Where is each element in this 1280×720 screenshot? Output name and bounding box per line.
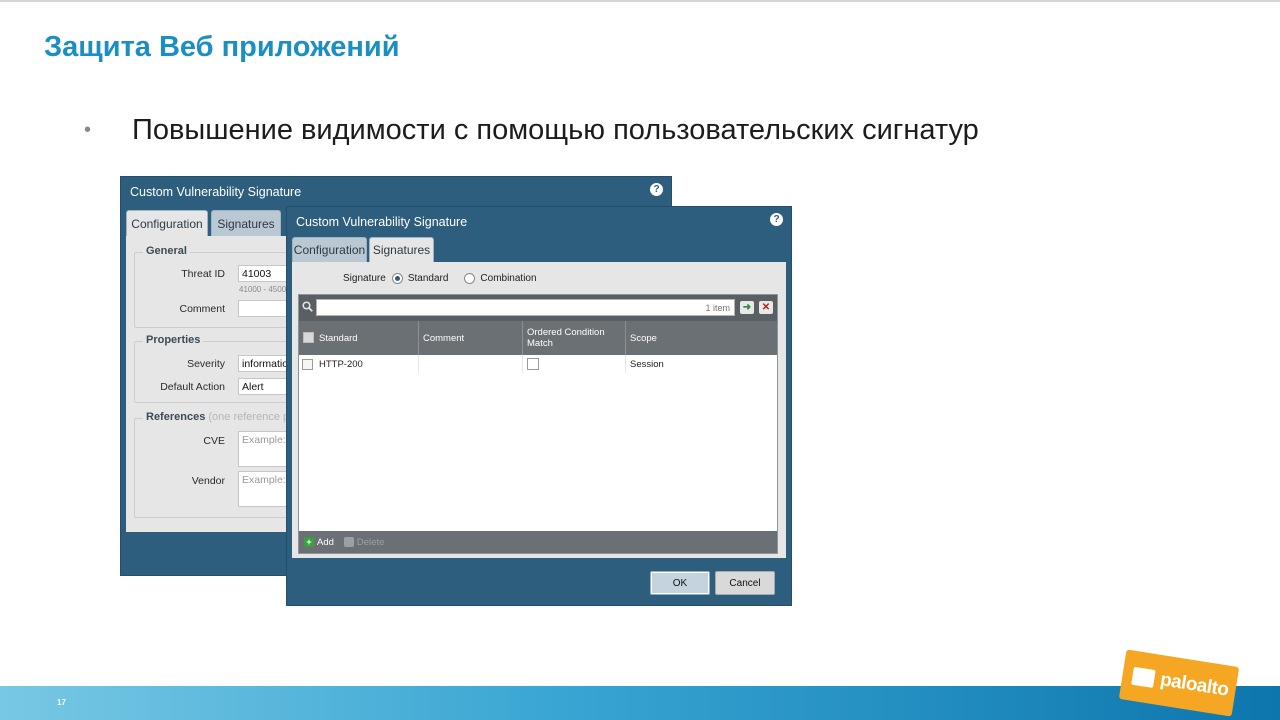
tab-configuration[interactable]: Configuration [292, 237, 367, 262]
radio-standard-label[interactable]: Standard [408, 273, 449, 284]
column-scope[interactable]: Scope [626, 321, 777, 355]
bullet-point: • Повышение видимости с помощью пользова… [84, 114, 979, 147]
grid-header: Standard Comment Ordered Condition Match… [299, 321, 777, 355]
item-count: 1 item [705, 303, 730, 313]
search-icon [302, 301, 313, 312]
cancel-button[interactable]: Cancel [715, 571, 775, 595]
tab-configuration[interactable]: Configuration [126, 210, 208, 236]
threat-id-range: 41000 - 4500 [239, 285, 287, 294]
cell-standard[interactable]: HTTP-200 [315, 355, 419, 373]
references-title: References [146, 411, 206, 423]
tab-signatures[interactable]: Signatures [369, 237, 434, 262]
help-icon[interactable]: ? [650, 183, 663, 196]
grid-footer: + Add Delete [299, 531, 777, 553]
ok-button[interactable]: OK [650, 571, 710, 595]
severity-label: Severity [187, 358, 225, 370]
cell-comment [419, 355, 523, 373]
properties-legend: Properties [143, 334, 204, 346]
vendor-label: Vendor [191, 475, 225, 487]
column-ordered-condition-match[interactable]: Ordered Condition Match [523, 321, 626, 355]
column-comment[interactable]: Comment [419, 321, 523, 355]
cell-scope: Session [630, 358, 664, 370]
page-number: 17 [57, 698, 66, 707]
radio-standard[interactable] [391, 273, 403, 284]
footer-band [0, 686, 1280, 720]
bullet-text: Повышение видимости с помощью пользовате… [132, 114, 979, 146]
slide-title: Защита Веб приложений [44, 31, 400, 63]
row-checkbox[interactable] [302, 358, 313, 370]
radio-combination-label[interactable]: Combination [480, 273, 536, 284]
threat-id-label: Threat ID [181, 268, 225, 280]
general-legend: General [143, 245, 190, 257]
logo-text: paloalto [1158, 669, 1230, 701]
table-row[interactable]: HTTP-200 Session [299, 355, 777, 373]
select-all-checkbox[interactable] [303, 332, 314, 343]
radio-combination[interactable] [464, 273, 476, 284]
top-divider [0, 0, 1280, 2]
bullet-icon: • [84, 119, 92, 141]
delete-button: Delete [356, 536, 385, 548]
comment-label: Comment [179, 303, 225, 315]
signatures-grid: 1 item ➜ ✕ Standard Comment Ordered Cond… [298, 294, 778, 554]
dialog-title: Custom Vulnerability Signature [296, 215, 468, 229]
cve-label: CVE [203, 435, 225, 447]
signature-type-selector: Signature Standard Combination [343, 273, 537, 284]
row-select-cell [299, 355, 315, 373]
apply-filter-icon[interactable]: ➜ [740, 301, 754, 314]
default-action-label: Default Action [160, 381, 225, 393]
column-standard[interactable]: Standard [315, 321, 419, 355]
logo-mark-icon [1131, 666, 1156, 688]
search-input[interactable]: 1 item [316, 299, 735, 316]
front-dialog: Custom Vulnerability Signature ? Configu… [286, 206, 792, 606]
clear-filter-icon[interactable]: ✕ [759, 301, 773, 314]
signature-label: Signature [343, 273, 386, 284]
grid-toolbar: 1 item ➜ ✕ [299, 295, 777, 321]
tab-signatures[interactable]: Signatures [211, 210, 281, 236]
cell-ordered [523, 355, 626, 373]
add-button[interactable]: Add [317, 537, 334, 548]
ordered-match-checkbox[interactable] [527, 358, 539, 370]
help-icon[interactable]: ? [770, 213, 783, 226]
references-hint: (one reference p [208, 411, 290, 423]
references-legend: References (one reference p [143, 411, 293, 423]
dialog-title: Custom Vulnerability Signature [130, 185, 302, 199]
delete-icon [343, 537, 354, 547]
add-icon[interactable]: + [304, 537, 314, 547]
